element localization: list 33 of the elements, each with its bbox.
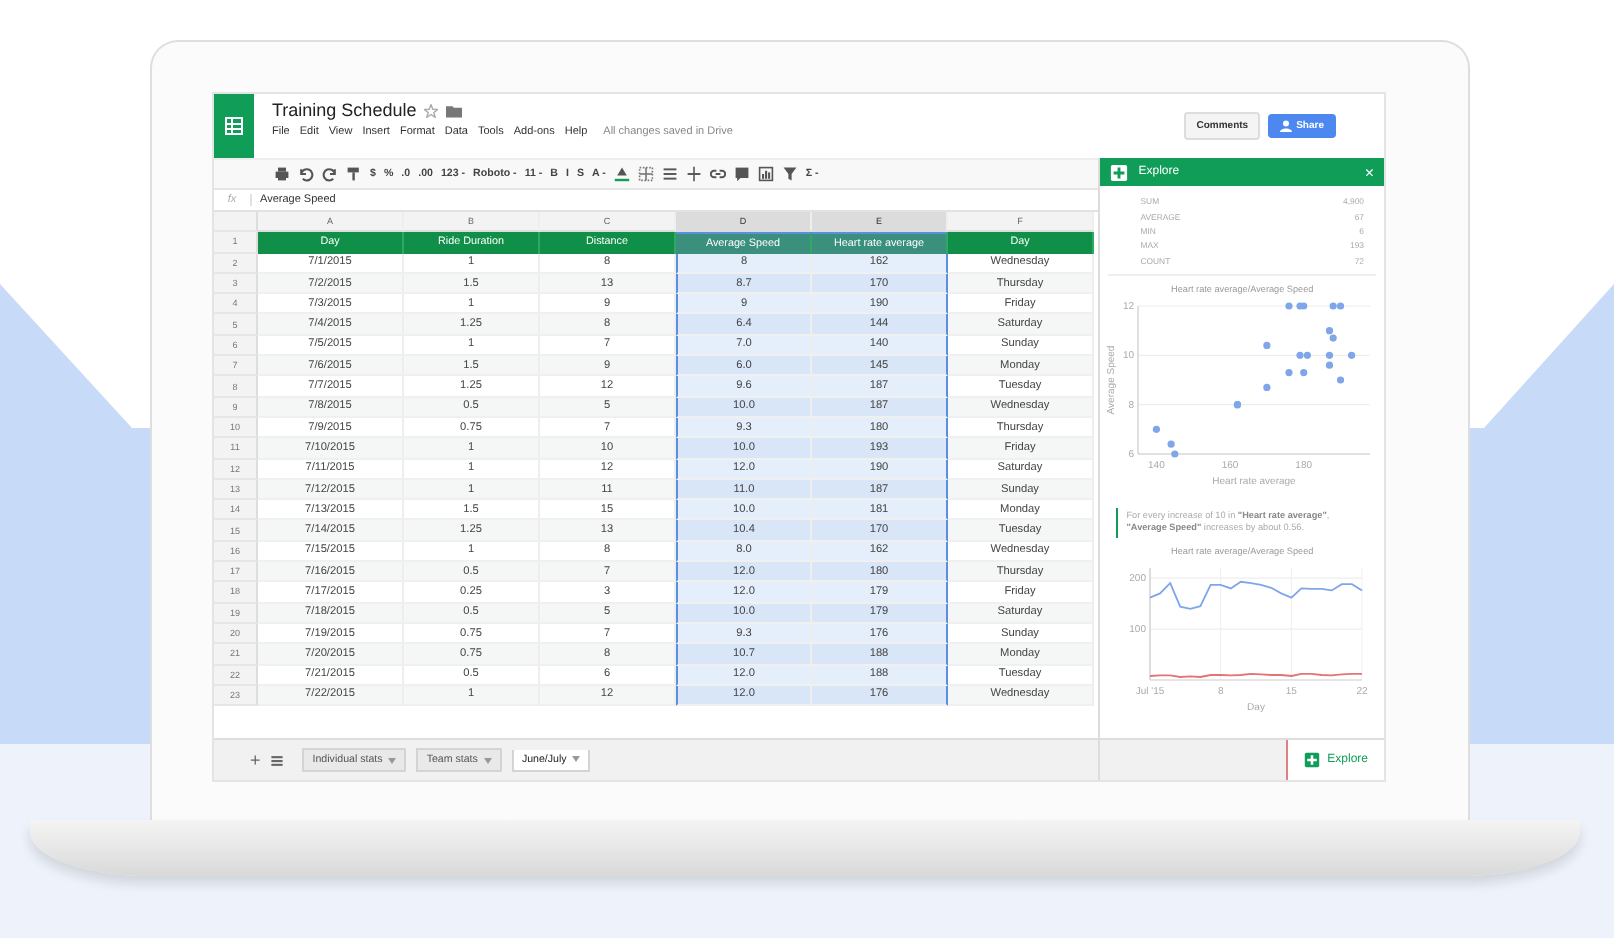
y-axis [1149,567,1151,681]
paint-bucket-icon[interactable] [613,166,630,182]
data-point [1263,383,1271,391]
document-title[interactable]: Training Schedule [272,100,417,120]
chart-icon[interactable] [757,166,774,182]
person-icon [1280,120,1293,132]
data-point [1348,351,1356,359]
sheet-list-icon[interactable] [270,753,285,767]
data-point [1300,368,1308,377]
data-point [1337,376,1345,384]
align-icon[interactable] [661,166,678,182]
data-point [1285,368,1293,377]
sheets-icon[interactable] [214,94,254,158]
data-point [1153,425,1161,433]
close-button[interactable]: × [1364,163,1374,181]
borders-icon[interactable] [637,166,654,182]
comment-icon[interactable] [733,166,750,182]
folder-icon[interactable] [446,103,463,117]
caret-icon [572,756,581,762]
link-icon[interactable] [709,166,726,182]
data-point [1263,341,1271,349]
star-icon[interactable] [424,103,439,117]
add-sheet-button[interactable]: + [250,750,261,770]
data-point [1285,302,1293,310]
caret-icon [388,757,397,763]
paint-roller-icon[interactable] [346,166,362,182]
explore-icon[interactable] [1110,163,1129,181]
undo-icon[interactable] [298,166,314,182]
redo-icon[interactable] [322,166,338,182]
caret-icon [483,757,492,763]
printer-icon[interactable] [274,166,290,182]
filter-icon[interactable] [781,166,798,182]
explore-icon [1303,752,1320,768]
